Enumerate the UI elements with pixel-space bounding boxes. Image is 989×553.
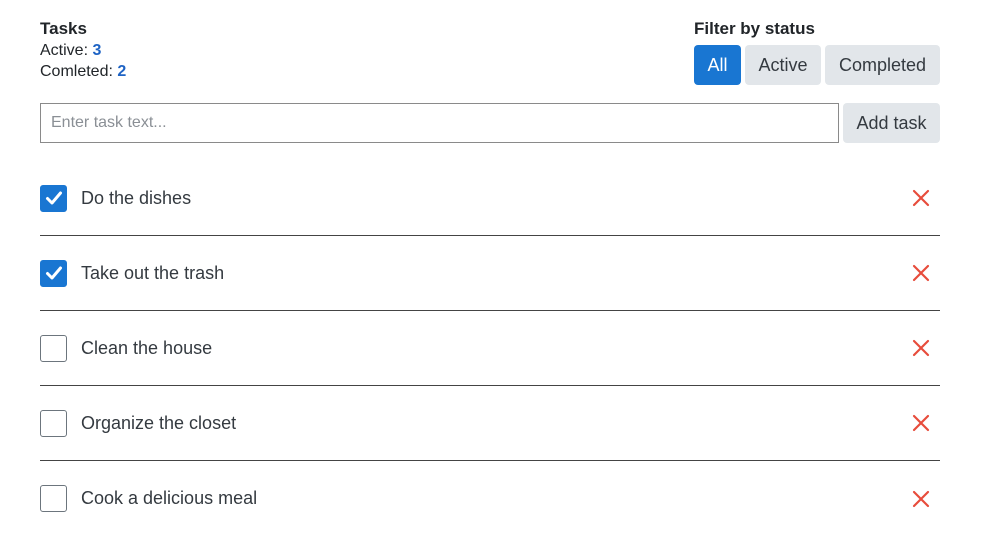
task-checkbox[interactable]: [40, 485, 67, 512]
task-text: Organize the closet: [81, 412, 237, 433]
task-text: Do the dishes: [81, 187, 192, 208]
task-item: Take out the trash: [40, 236, 940, 311]
active-count-line: Active: 3: [40, 40, 126, 61]
task-item: Organize the closet: [40, 386, 940, 461]
filter-active-button[interactable]: Active: [745, 45, 821, 85]
stats-title: Tasks: [40, 19, 87, 38]
filter-title: Filter by status: [694, 19, 815, 38]
close-icon: [912, 490, 930, 507]
delete-task-button[interactable]: [906, 484, 936, 514]
close-icon: [912, 189, 930, 207]
delete-task-button[interactable]: [906, 333, 936, 363]
active-label: Active:: [40, 42, 89, 59]
status-filter: Filter by status All Active Completed: [694, 18, 940, 85]
delete-task-button[interactable]: [906, 183, 936, 213]
task-checkbox[interactable]: [40, 184, 67, 212]
task-checkbox[interactable]: [40, 334, 67, 362]
task-list: Do the dishes Take out the trash Clean t…: [40, 161, 940, 536]
active-count: 3: [92, 42, 102, 59]
task-item: Do the dishes: [40, 161, 940, 236]
completed-count: 2: [117, 63, 127, 80]
completed-count-line: Comleted: 2: [40, 61, 126, 82]
task-text: Take out the trash: [81, 262, 225, 283]
task-item: Clean the house: [40, 311, 940, 386]
completed-label: Comleted:: [40, 63, 113, 80]
task-stats: Tasks Active: 3 Comleted: 2: [40, 18, 126, 82]
close-icon: [912, 339, 930, 357]
delete-task-button[interactable]: [906, 408, 936, 438]
check-icon: [45, 266, 62, 280]
task-text-input[interactable]: [40, 103, 839, 143]
task-checkbox[interactable]: [40, 409, 67, 437]
task-item: Cook a delicious meal: [40, 461, 940, 536]
delete-task-button[interactable]: [906, 258, 936, 288]
close-icon: [912, 264, 930, 282]
task-checkbox[interactable]: [40, 259, 67, 287]
filter-all-button[interactable]: All: [694, 45, 741, 85]
filter-completed-button[interactable]: Completed: [825, 45, 940, 85]
check-icon: [45, 191, 62, 205]
task-text: Cook a delicious meal: [81, 488, 258, 508]
add-task-button[interactable]: Add task: [843, 103, 940, 143]
filter-button-group: All Active Completed: [694, 45, 940, 85]
close-icon: [912, 414, 930, 432]
task-text: Clean the house: [81, 337, 213, 358]
